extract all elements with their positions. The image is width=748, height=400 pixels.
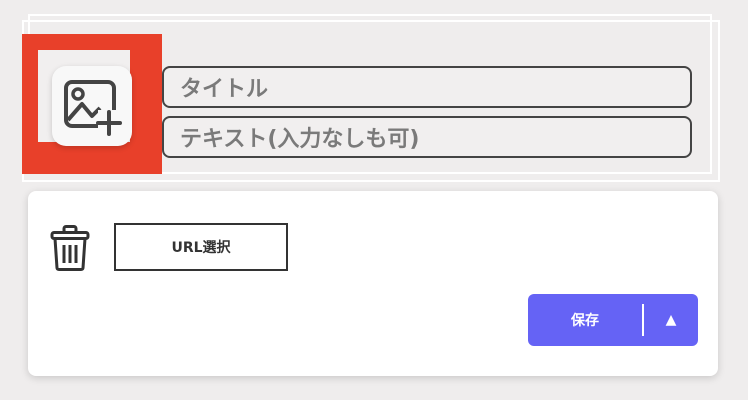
title-placeholder: タイトル xyxy=(180,77,269,102)
delete-button[interactable] xyxy=(50,225,90,271)
add-image-button[interactable] xyxy=(52,66,132,146)
text-input[interactable]: テキスト(入力なしも可) xyxy=(162,116,692,158)
trash-icon xyxy=(50,225,90,271)
save-options-toggle[interactable]: ▲ xyxy=(644,294,698,346)
text-placeholder: テキスト(入力なしも可) xyxy=(180,127,420,152)
url-select-label: URL選択 xyxy=(171,240,231,256)
save-button[interactable]: 保存 xyxy=(528,294,642,346)
title-input[interactable]: タイトル xyxy=(162,66,692,108)
url-select-button[interactable]: URL選択 xyxy=(114,223,288,271)
image-upload-area xyxy=(38,50,132,146)
save-button-group: 保存 ▲ xyxy=(528,294,698,346)
add-image-icon xyxy=(64,80,122,136)
save-label: 保存 xyxy=(571,313,599,329)
action-card: URL選択 保存 ▲ xyxy=(28,191,718,376)
chevron-up-icon: ▲ xyxy=(665,312,677,328)
image-upload-highlight xyxy=(22,34,162,174)
